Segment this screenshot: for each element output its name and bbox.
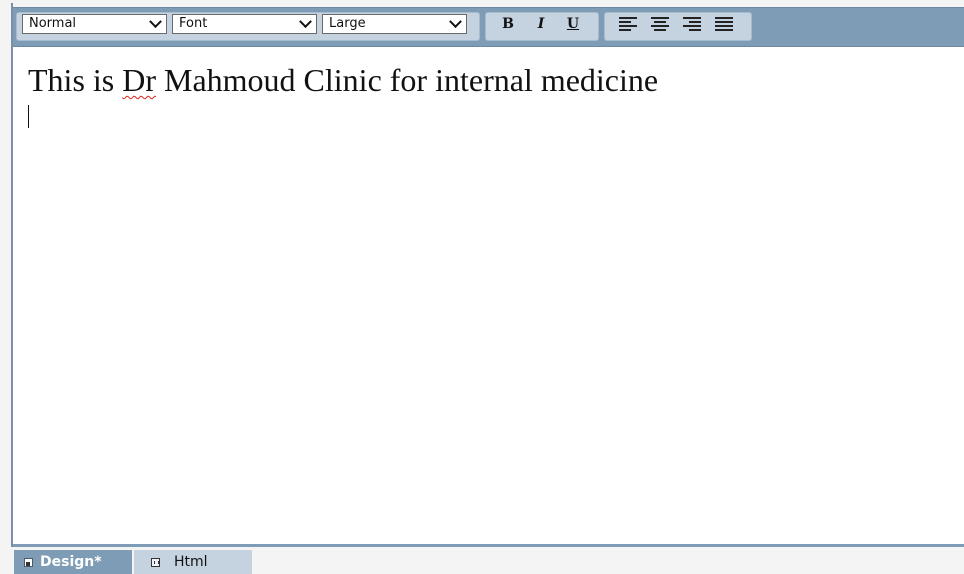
text-before: This is	[28, 62, 123, 98]
tab-design[interactable]: Design*	[14, 550, 132, 574]
align-center-icon[interactable]	[651, 17, 669, 32]
font-name-select[interactable]: Font	[172, 14, 317, 34]
text-after: Mahmoud Clinic for internal medicine	[156, 62, 659, 98]
italic-button[interactable]: I	[530, 14, 552, 34]
font-size-select[interactable]: Large	[322, 14, 467, 34]
toolbar: Normal Font Large B I U	[13, 7, 964, 47]
design-icon	[24, 558, 33, 567]
text-caret	[28, 105, 29, 128]
align-right-icon[interactable]	[683, 17, 701, 32]
chevron-down-icon	[299, 15, 312, 29]
chevron-down-icon	[449, 15, 462, 29]
font-name-value: Font	[179, 16, 208, 31]
bold-button[interactable]: B	[497, 14, 519, 34]
paragraph-format-select[interactable]: Normal	[22, 14, 167, 34]
misspelled-word: Dr	[122, 62, 156, 98]
editor-text-line: This is Dr Mahmoud Clinic for internal m…	[28, 62, 658, 99]
tab-design-label: Design*	[40, 554, 102, 570]
editor-frame: Normal Font Large B I U This is Dr Mahmo…	[11, 3, 964, 547]
paragraph-format-value: Normal	[29, 16, 77, 31]
editor-content-area[interactable]: This is Dr Mahmoud Clinic for internal m…	[13, 47, 964, 545]
tab-html[interactable]: Html	[134, 550, 252, 574]
underline-button[interactable]: U	[562, 14, 584, 34]
align-left-icon[interactable]	[619, 17, 637, 32]
align-justify-icon[interactable]	[715, 17, 733, 32]
editor-bottom-border	[13, 544, 964, 547]
font-size-value: Large	[329, 16, 366, 31]
tab-html-label: Html	[174, 554, 208, 570]
html-icon	[151, 558, 160, 567]
chevron-down-icon	[149, 15, 162, 29]
